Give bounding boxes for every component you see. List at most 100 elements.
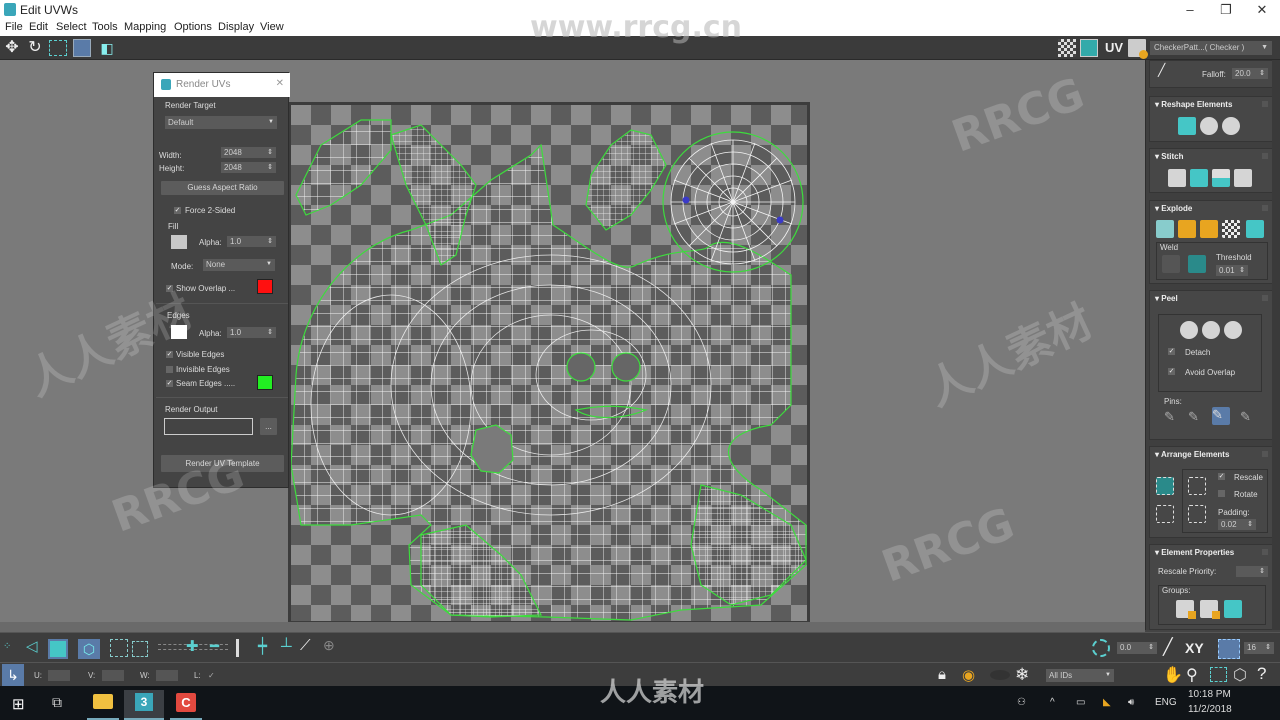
flatten-by-polygon-angle-icon[interactable]	[1178, 220, 1196, 238]
peel-title[interactable]: ▾ Peel	[1155, 294, 1178, 303]
texture-dropdown[interactable]: CheckerPatt...( Checker ) ▼	[1150, 41, 1272, 55]
menu-file[interactable]: File	[5, 21, 23, 33]
paint-size-icon[interactable]: ⊕	[323, 637, 335, 654]
grid-snap-icon[interactable]	[1218, 639, 1240, 659]
paint-select-icon[interactable]: ⟋	[300, 637, 311, 654]
select-pins-icon[interactable]: ✎	[1240, 409, 1258, 427]
fill-color-swatch[interactable]	[171, 235, 187, 249]
avoid-overlap-checkbox[interactable]: ✓	[1168, 368, 1175, 375]
uv-label[interactable]: UV	[1102, 39, 1126, 57]
grid-value-input[interactable]: 16 ⇕	[1244, 642, 1274, 654]
loop-grow-icon[interactable]: ✚	[186, 637, 199, 657]
spinner-icon[interactable]: ⇕	[1247, 519, 1253, 530]
detach-checkbox[interactable]: ✓	[1168, 348, 1175, 355]
height-input[interactable]: 2048 ⇕	[221, 162, 276, 173]
clock-date[interactable]: 11/2/2018	[1188, 704, 1232, 715]
flatten-by-material-icon[interactable]	[1200, 220, 1218, 238]
absolute-offset-icon[interactable]: ↳	[2, 664, 24, 686]
help-icon[interactable]: ?	[1257, 664, 1266, 684]
pack-normalize-icon[interactable]	[1156, 505, 1174, 523]
menu-tools[interactable]: Tools	[92, 21, 118, 33]
stitch-average-icon[interactable]	[1212, 169, 1230, 187]
edge-mode-icon[interactable]: ◁	[26, 637, 38, 657]
scale-icon[interactable]	[49, 40, 67, 56]
viewport-horizontal-scrollbar[interactable]	[0, 622, 1145, 632]
reset-peel-icon[interactable]	[1224, 321, 1242, 339]
minimize-button[interactable]: –	[1172, 0, 1208, 20]
lock-l-toggle[interactable]: ✓	[208, 671, 215, 680]
break-icon[interactable]	[1156, 220, 1174, 238]
padding-input[interactable]: 0.02 ⇕	[1218, 519, 1256, 530]
uv-shell-hand-right[interactable]	[585, 129, 667, 231]
lock-selection-icon[interactable]: 🔒︎	[938, 666, 946, 683]
zoom-extents-icon[interactable]: ⬡	[1233, 665, 1247, 685]
seam-color-swatch[interactable]	[257, 375, 273, 390]
polygon-mode-icon[interactable]	[48, 639, 68, 659]
mirror-icon[interactable]: ◧	[98, 39, 116, 57]
pin-selected-icon[interactable]: ✎	[1164, 409, 1182, 427]
spinner-icon[interactable]: ⇕	[1259, 566, 1265, 577]
close-button[interactable]: ✕	[1244, 0, 1280, 20]
visible-edges-checkbox[interactable]: ✓	[166, 351, 173, 358]
loop-shrink-icon[interactable]: ━	[210, 637, 219, 657]
menu-mapping[interactable]: Mapping	[124, 21, 166, 33]
checker-display-icon[interactable]	[1058, 39, 1076, 57]
ring-grow-icon[interactable]: ┿	[258, 637, 267, 657]
windows-start-icon[interactable]: ⊞	[12, 695, 25, 713]
texture-options-icon[interactable]	[1128, 39, 1148, 59]
input-language[interactable]: ENG	[1155, 697, 1177, 708]
pack-together-icon[interactable]	[1188, 505, 1206, 523]
hide-unhide-icon[interactable]: ◉	[962, 666, 975, 684]
unpin-selected-icon[interactable]: ✎	[1188, 409, 1206, 427]
fill-alpha-input[interactable]: 1.0 ⇕	[227, 236, 276, 247]
soft-select-icon[interactable]	[1092, 639, 1110, 657]
clock-time[interactable]: 10:18 PM	[1188, 689, 1231, 700]
menu-select[interactable]: Select	[56, 21, 87, 33]
xy-coords-toggle[interactable]: XY	[1185, 640, 1204, 656]
invisible-edges-checkbox[interactable]	[166, 366, 173, 373]
stitch-custom-icon[interactable]	[1168, 169, 1186, 187]
rotate-checkbox[interactable]	[1218, 490, 1225, 497]
zoom-region-icon[interactable]	[1210, 667, 1227, 682]
show-hidden-icons[interactable]: ^	[1050, 697, 1055, 708]
taskbar-app-camtasia[interactable]: C	[166, 690, 206, 720]
auto-pin-icon[interactable]: ✎	[1212, 407, 1230, 425]
render-uv-template-button[interactable]: Render UV Template	[161, 455, 284, 472]
seam-edges-checkbox[interactable]: ✓	[166, 380, 173, 387]
pack-custom-icon[interactable]	[1156, 477, 1174, 495]
menu-options[interactable]: Options	[174, 21, 212, 33]
rescale-priority-input[interactable]: ⇕	[1236, 566, 1268, 577]
edges-color-swatch[interactable]	[171, 325, 187, 339]
guess-aspect-ratio-button[interactable]: Guess Aspect Ratio	[161, 181, 284, 195]
vertex-mode-icon[interactable]: ⁘	[3, 637, 11, 657]
volume-icon[interactable]: 🔊︎	[1128, 697, 1134, 708]
spinner-icon[interactable]: ⇕	[267, 147, 273, 158]
arrange-elements-title[interactable]: ▾ Arrange Elements	[1155, 450, 1229, 459]
render-output-field[interactable]	[164, 418, 253, 435]
spinner-icon[interactable]: ⇕	[1148, 642, 1154, 653]
dialog-header[interactable]: Render UVs ✕	[154, 73, 290, 97]
edges-alpha-input[interactable]: 1.0 ⇕	[227, 327, 276, 338]
pack-rescale-icon[interactable]	[1188, 477, 1206, 495]
stitch-to-source-icon[interactable]	[1234, 169, 1252, 187]
shrink-selection-icon[interactable]	[132, 641, 148, 657]
peel-mode-icon[interactable]	[1202, 321, 1220, 339]
spinner-icon[interactable]: ⇕	[1265, 642, 1271, 653]
rescale-checkbox[interactable]: ✓	[1218, 473, 1225, 480]
reshape-elements-title[interactable]: ▾ Reshape Elements	[1155, 100, 1232, 109]
flatten-by-smoothing-icon[interactable]	[1222, 220, 1240, 238]
group-selected-icon[interactable]	[1176, 600, 1196, 619]
menu-edit[interactable]: Edit	[29, 21, 48, 33]
menu-display[interactable]: Display	[218, 21, 254, 33]
v-input[interactable]	[102, 670, 124, 681]
freeform-icon[interactable]	[73, 39, 91, 57]
threshold-input[interactable]: 0.01 ⇕	[1216, 265, 1248, 276]
spinner-icon[interactable]: ⇕	[267, 236, 273, 247]
task-view-icon[interactable]: ⧉	[52, 694, 62, 711]
quick-peel-icon[interactable]	[1180, 321, 1198, 339]
width-input[interactable]: 2048 ⇕	[221, 147, 276, 158]
element-mode-icon[interactable]: ⬡	[78, 639, 100, 659]
straighten-icon[interactable]	[1178, 117, 1196, 135]
show-map-icon[interactable]	[1080, 39, 1098, 57]
falloff-type-icon[interactable]: ╱	[1163, 637, 1173, 657]
